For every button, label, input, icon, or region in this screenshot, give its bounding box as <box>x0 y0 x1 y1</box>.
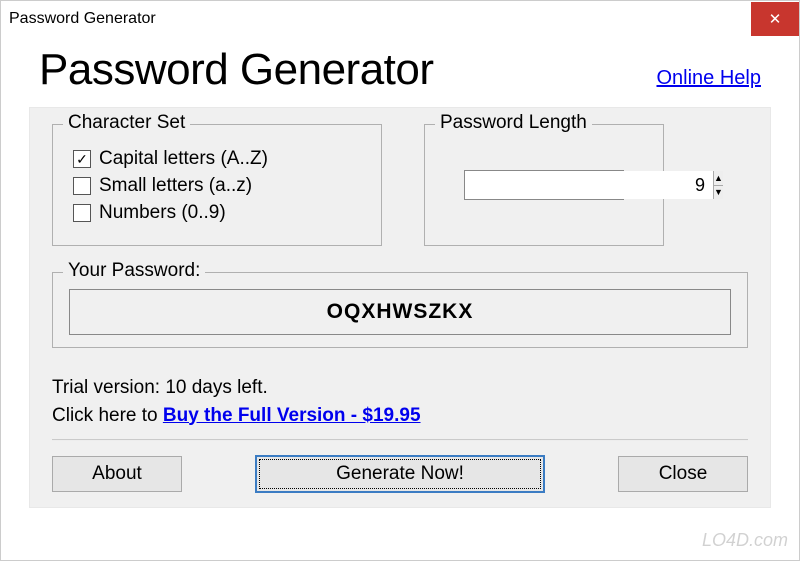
options-row: Character Set ✓ Capital letters (A..Z) S… <box>52 124 748 246</box>
header-row: Password Generator Online Help <box>29 37 771 107</box>
checkbox-capital-letters[interactable]: ✓ Capital letters (A..Z) <box>73 148 361 170</box>
buy-full-version-link[interactable]: Buy the Full Version - $19.95 <box>163 405 421 426</box>
app-window: Password Generator ✕ Password Generator … <box>0 0 800 561</box>
checkbox-label: Small letters (a..z) <box>99 175 252 197</box>
titlebar: Password Generator ✕ <box>1 1 799 37</box>
password-length-legend: Password Length <box>435 112 592 134</box>
checkbox-label: Capital letters (A..Z) <box>99 148 268 170</box>
your-password-legend: Your Password: <box>63 260 205 282</box>
window-close-button[interactable]: ✕ <box>751 2 799 36</box>
password-length-input[interactable] <box>465 171 713 199</box>
checkbox-label: Numbers (0..9) <box>99 202 226 224</box>
trial-status: Trial version: 10 days left. <box>52 374 748 402</box>
password-length-fieldset: Password Length ▲ ▼ <box>424 124 664 246</box>
divider <box>52 439 748 441</box>
checkbox-small-letters[interactable]: Small letters (a..z) <box>73 175 361 197</box>
your-password-fieldset: Your Password: OQXHWSZKX <box>52 272 748 348</box>
window-title: Password Generator <box>9 10 156 28</box>
about-button[interactable]: About <box>52 456 182 492</box>
chevron-down-icon: ▼ <box>714 187 723 197</box>
character-set-legend: Character Set <box>63 112 190 134</box>
chevron-up-icon: ▲ <box>714 173 723 183</box>
character-set-fieldset: Character Set ✓ Capital letters (A..Z) S… <box>52 124 382 246</box>
spinner-down-button[interactable]: ▼ <box>714 186 723 200</box>
checkbox-icon <box>73 204 91 222</box>
close-button[interactable]: Close <box>618 456 748 492</box>
trial-info: Trial version: 10 days left. Click here … <box>52 374 748 429</box>
content-area: Password Generator Online Help Character… <box>1 37 799 518</box>
online-help-link[interactable]: Online Help <box>656 67 771 90</box>
checkbox-icon: ✓ <box>73 150 91 168</box>
spinner-up-button[interactable]: ▲ <box>714 171 723 186</box>
spinner-buttons: ▲ ▼ <box>713 171 723 199</box>
button-row: About Generate Now! Close <box>52 455 748 493</box>
checkbox-icon <box>73 177 91 195</box>
main-panel: Character Set ✓ Capital letters (A..Z) S… <box>29 107 771 508</box>
generate-button[interactable]: Generate Now! <box>255 455 545 493</box>
password-length-spinner[interactable]: ▲ ▼ <box>464 170 624 200</box>
close-icon: ✕ <box>769 10 782 28</box>
password-output[interactable]: OQXHWSZKX <box>69 289 731 335</box>
buy-prefix: Click here to <box>52 405 163 426</box>
checkbox-numbers[interactable]: Numbers (0..9) <box>73 202 361 224</box>
buy-row: Click here to Buy the Full Version - $19… <box>52 402 748 430</box>
page-title: Password Generator <box>39 45 434 95</box>
